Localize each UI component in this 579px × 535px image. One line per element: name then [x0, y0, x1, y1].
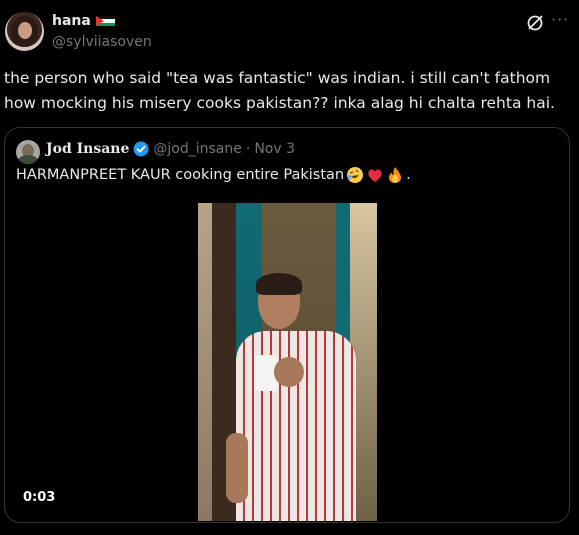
quoted-date[interactable]: Nov 3: [254, 141, 295, 157]
tweet[interactable]: hana @sylviiasoven ··· the person who sa…: [0, 0, 579, 535]
video-timestamp: 0:03: [23, 490, 56, 505]
quoted-display-name[interactable]: Jod Insane: [46, 141, 129, 157]
avatar-face: [18, 22, 32, 39]
palestine-flag-icon: [95, 15, 115, 27]
quoted-tweet[interactable]: Jod Insane @jod_insane · Nov 3 HARMANPRE…: [4, 127, 570, 523]
tweet-text: the person who said "tea was fantastic" …: [4, 69, 555, 112]
quoted-handle[interactable]: @jod_insane: [153, 141, 241, 157]
author-handle[interactable]: @sylviiasoven: [52, 34, 152, 50]
verified-badge-icon: [133, 141, 149, 157]
rofl-emoji: [347, 167, 364, 183]
quoted-name-row: Jod Insane @jod_insane · Nov 3: [46, 141, 295, 157]
fire-emoji: [389, 167, 402, 183]
video-player[interactable]: [198, 203, 377, 521]
video-person-arm: [226, 433, 248, 503]
avatar[interactable]: [5, 12, 44, 51]
video-person-hair: [256, 273, 302, 295]
quoted-text-row: HARMANPREET KAUR cooking entire Pakistan…: [16, 166, 411, 184]
red-heart-emoji: [368, 169, 382, 182]
author-name-row: hana: [52, 13, 115, 29]
quoted-separator: ·: [245, 141, 251, 157]
author-display-name[interactable]: hana: [52, 13, 91, 29]
quoted-text-period: .: [406, 167, 411, 183]
quoted-avatar[interactable]: [16, 140, 40, 164]
grok-icon[interactable]: [525, 13, 545, 33]
more-icon[interactable]: ···: [551, 12, 571, 32]
quoted-text: HARMANPREET KAUR cooking entire Pakistan: [16, 167, 345, 183]
video-person-hand: [274, 357, 304, 387]
